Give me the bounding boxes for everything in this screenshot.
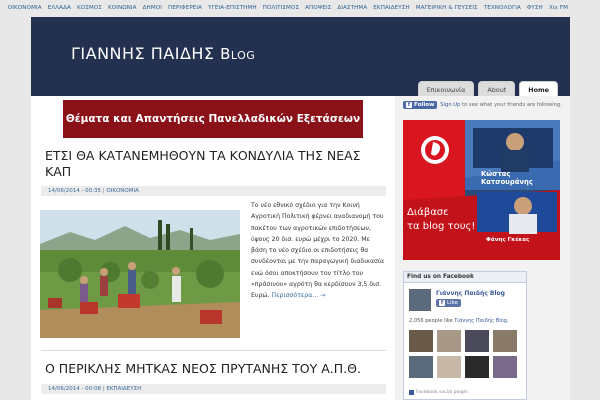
facebook-follow-button[interactable]: f Follow xyxy=(403,101,438,109)
follow-text-rest: to see what your friends are following. xyxy=(460,102,562,108)
fan-avatar[interactable] xyxy=(437,330,461,352)
post-date: 14/06/2014 - 00:35 xyxy=(48,188,102,194)
likes-page-link[interactable]: Γιάννης Παιδής Blog. xyxy=(454,318,508,324)
facebook-like-box: Find us on Facebook Γιάννης Παιδής Blog … xyxy=(403,271,527,400)
nav-item[interactable]: ΚΟΙΝΩΝΙΑ xyxy=(108,5,137,11)
facebook-mini-icon xyxy=(409,390,414,395)
nav-item[interactable]: ΦΥΣΗ xyxy=(527,5,543,11)
header-tabs: Επικοινωνία About Home xyxy=(417,81,558,97)
fan-avatars-grid xyxy=(409,330,523,378)
facebook-page-link[interactable]: Γιάννης Παιδής Blog xyxy=(436,290,505,297)
ad-player-name-1: Κώστας Κατσουράνης xyxy=(481,170,533,186)
nav-item[interactable]: Xix FM xyxy=(549,5,568,11)
ad-cta-line2: τα blog τους! xyxy=(407,221,476,232)
follow-description: Sign Up to see what your friends are fol… xyxy=(440,102,562,108)
fan-avatar[interactable] xyxy=(437,356,461,378)
facebook-icon: f xyxy=(406,102,412,108)
ad-player-name-2: Φάνης Γκέκας xyxy=(486,237,530,243)
facebook-box-heading: Find us on Facebook xyxy=(404,272,526,283)
fan-avatar[interactable] xyxy=(409,356,433,378)
nav-item[interactable]: ΚΟΣΜΟΣ xyxy=(77,5,102,11)
nav-item[interactable]: ΔΗΜΟΙ xyxy=(143,5,162,11)
site-title[interactable]: ΓΙΑΝΝΗΣ ΠΑΙΔΗΣ Blog xyxy=(71,44,255,63)
nav-item[interactable]: ΔΙΑΣΤΗΜΑ xyxy=(337,5,367,11)
page-avatar[interactable] xyxy=(409,289,431,311)
tab-about[interactable]: About xyxy=(478,81,516,97)
vodafone-blog-ad[interactable]: Κώστας Κατσουράνης Διάβασε τα blog τους!… xyxy=(403,120,560,260)
main-content: Θέματα και Απαντήσεις Πανελλαδικών Εξετά… xyxy=(31,96,395,400)
meta-separator: | xyxy=(102,386,105,392)
follow-label: Follow xyxy=(414,102,435,108)
post-meta: 14/06/2014 - 00:35 | ΟΙΚΟΝΟΜΙΑ xyxy=(41,186,386,196)
tab-home[interactable]: Home xyxy=(519,81,558,97)
ad-call-to-action: Διάβασε τα blog τους! xyxy=(407,206,475,234)
facebook-like-button[interactable]: f Like xyxy=(436,299,461,307)
post-image-farmers[interactable] xyxy=(40,210,240,338)
fan-avatar[interactable] xyxy=(493,330,517,352)
facebook-follow-row: f Follow Sign Up to see what your friend… xyxy=(403,101,562,109)
meta-separator: | xyxy=(102,188,105,194)
farm-harvest-photo xyxy=(40,210,240,338)
nav-item[interactable]: ΟΙΚΟΝΟΜΙΑ xyxy=(8,5,42,11)
post-excerpt: Το νέο εθνικό σχέδιο για την Κοινή Αγροτ… xyxy=(251,200,387,302)
tab-contact[interactable]: Επικοινωνία xyxy=(417,81,475,97)
post-date: 14/06/2014 - 00:08 xyxy=(48,386,102,392)
likes-count-text: 2,056 people like xyxy=(409,318,453,324)
post-divider xyxy=(41,350,386,351)
post-category-link[interactable]: ΕΚΠΑΙΔΕΥΣΗ xyxy=(106,386,141,392)
sign-up-link[interactable]: Sign Up xyxy=(440,102,460,108)
post-category-link[interactable]: ΟΙΚΟΝΟΜΙΑ xyxy=(106,188,138,194)
site-header: ΓΙΑΝΝΗΣ ΠΑΙΔΗΣ Blog Επικοινωνία About Ho… xyxy=(31,17,570,97)
post-title[interactable]: Ο ΠΕΡΙΚΛΗΣ ΜΗΤΚΑΣ ΝΕΟΣ ΠΡΥΤΑΝΗΣ ΤΟΥ Α.Π.… xyxy=(45,361,379,377)
facebook-plugin-footer: Facebook social plugin xyxy=(409,390,468,395)
fan-avatar[interactable] xyxy=(465,356,489,378)
top-category-nav: ΟΙΚΟΝΟΜΙΑ ΕΛΛΑΔΑ ΚΟΣΜΟΣ ΚΟΙΝΩΝΙΑ ΔΗΜΟΙ ΠΕΡΙΦΕ… xyxy=(0,0,600,16)
post-meta: 14/06/2014 - 00:08 | ΕΚΠΑΙΔΕΥΣΗ xyxy=(41,384,386,394)
nav-item[interactable]: ΠΕΡΙΦΕΡΕΙΑ xyxy=(168,5,202,11)
post-title[interactable]: ΕΤΣΙ ΘΑ ΚΑΤΑΝΕΜΗΘΟΥΝ ΤΑ ΚΟΝΔΥΛΙΑ ΤΗΣ ΝΕΑ… xyxy=(45,148,379,180)
thumbs-up-icon: f xyxy=(439,300,445,306)
like-label: Like xyxy=(447,300,458,306)
ad-background xyxy=(403,120,560,260)
exams-banner[interactable]: Θέματα και Απαντήσεις Πανελλαδικών Εξετά… xyxy=(63,100,363,138)
fan-avatar[interactable] xyxy=(493,356,517,378)
site-title-blog[interactable]: Blog xyxy=(220,45,255,63)
ad-cta-line1: Διάβασε xyxy=(407,207,449,218)
fan-avatar[interactable] xyxy=(409,330,433,352)
post-excerpt-text: Το νέο εθνικό σχέδιο για την Κοινή Αγροτ… xyxy=(251,202,385,300)
nav-item[interactable]: ΥΓΕΙΑ-ΕΠΙΣΤΗΜΗ xyxy=(208,5,257,11)
read-more-link[interactable]: Περισσότερα... → xyxy=(272,292,326,299)
fan-avatar[interactable] xyxy=(465,330,489,352)
category-list: ΟΙΚΟΝΟΜΙΑ ΕΛΛΑΔΑ ΚΟΣΜΟΣ ΚΟΙΝΩΝΙΑ ΔΗΜΟΙ ΠΕΡΙΦΕ… xyxy=(8,5,568,11)
nav-item[interactable]: ΜΑΓΕΙΡΙΚΗ & ΓΕΥΣΕΙΣ xyxy=(416,5,478,11)
nav-item[interactable]: ΠΟΛΙΤΙΣΜΟΣ xyxy=(263,5,299,11)
nav-item[interactable]: ΑΠΟΨΕΙΣ xyxy=(305,5,331,11)
likes-count: 2,056 people like Γιάννης Παιδής Blog. xyxy=(409,318,509,324)
nav-item[interactable]: ΕΛΛΑΔΑ xyxy=(48,5,71,11)
nav-item[interactable]: ΕΚΠΑΙΔΕΥΣΗ xyxy=(373,5,409,11)
site-title-main[interactable]: ΓΙΑΝΝΗΣ ΠΑΙΔΗΣ xyxy=(71,44,215,63)
nav-item[interactable]: ΤΕΧΝΟΛΟΓΙΑ xyxy=(484,5,521,11)
plugin-text: Facebook social plugin xyxy=(416,390,468,395)
sidebar: f Follow Sign Up to see what your friend… xyxy=(395,96,570,400)
